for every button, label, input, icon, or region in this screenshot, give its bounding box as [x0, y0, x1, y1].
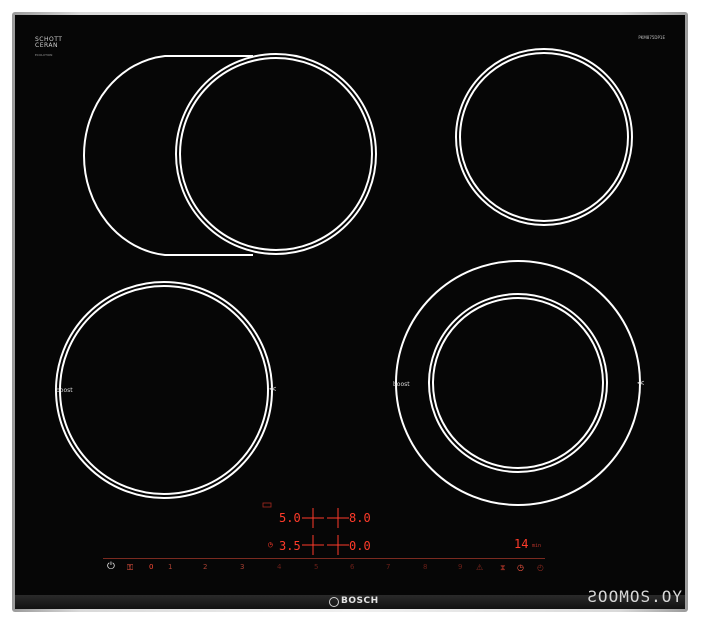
rear-right-zone-inner [459, 52, 629, 222]
scale-4[interactable]: 4 [277, 563, 281, 571]
front-right-zone-inner-inner [432, 297, 604, 469]
scale-7[interactable]: 7 [386, 563, 390, 571]
front-left-power-display: 3.5 [279, 539, 301, 553]
front-right-chevron-icon[interactable]: ≪ [637, 380, 644, 387]
touch-slider-track[interactable] [103, 558, 545, 559]
scale-2[interactable]: 2 [203, 563, 207, 571]
settings-icon[interactable]: ◴ [537, 563, 544, 572]
zone-indicator-top [262, 502, 272, 508]
bosch-wordmark: BOSCH [341, 596, 379, 606]
scale-6[interactable]: 6 [350, 563, 354, 571]
scale-8[interactable]: 8 [423, 563, 427, 571]
timer-display: 14 [514, 537, 529, 551]
clock-icon[interactable]: ◷ [517, 563, 524, 572]
front-left-chevron-icon[interactable]: ≪ [269, 386, 276, 393]
front-left-boost-label[interactable]: boost [56, 387, 73, 394]
power-icon[interactable]: ⏻ [107, 561, 115, 572]
scale-0[interactable]: 0 [149, 563, 153, 571]
cooking-zones [55, 48, 641, 555]
front-right-zone-inner-outer [428, 293, 608, 473]
bosch-logo-icon [329, 597, 339, 607]
rear-right-power-display: 8.0 [349, 511, 371, 525]
front-right-boost-label[interactable]: boost [393, 381, 410, 388]
rear-left-power-display: 5.0 [279, 511, 301, 525]
rear-right-zone-outer [455, 48, 633, 226]
front-left-zone-outer [55, 281, 273, 499]
childlock-icon[interactable]: ⚿ [127, 563, 133, 573]
zone-cross-markers [302, 508, 349, 555]
rear-left-zone-inner [179, 57, 373, 251]
front-left-zone-inner [59, 285, 269, 495]
front-right-power-display: 0.0 [349, 539, 371, 553]
rear-left-extension-outline [82, 55, 253, 256]
scale-9[interactable]: 9 [458, 563, 462, 571]
timer-small-icon: ◷ [268, 540, 273, 549]
boost-icon[interactable]: ⚠ [476, 563, 483, 572]
scale-5[interactable]: 5 [314, 563, 318, 571]
timer-icon[interactable]: ⧗ [500, 563, 506, 573]
scale-3[interactable]: 3 [240, 563, 244, 571]
scale-1[interactable]: 1 [168, 563, 172, 571]
watermark: ƧOOMOS.OY [587, 587, 683, 606]
timer-unit-label: min [532, 543, 542, 549]
rear-left-zone-outer [175, 53, 377, 255]
